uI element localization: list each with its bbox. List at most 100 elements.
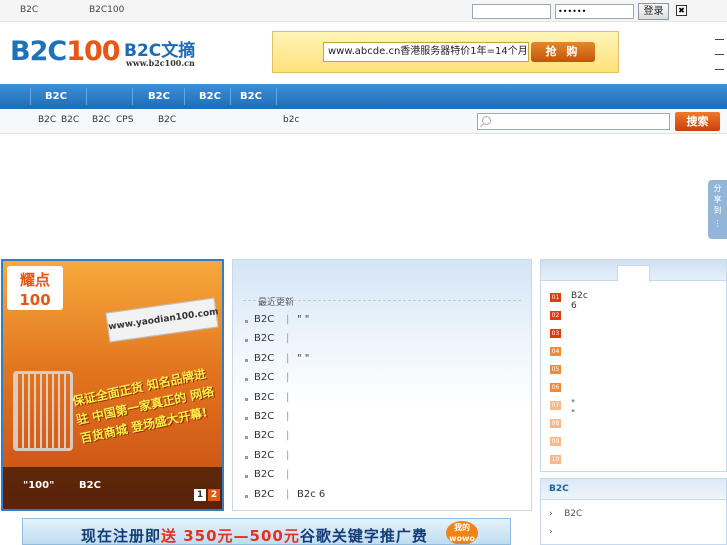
b2c-panel-item[interactable]: › xyxy=(549,527,564,537)
subnav-item[interactable]: b2c xyxy=(283,115,299,125)
b2c-panel-item[interactable]: › B2C xyxy=(549,509,582,519)
slide-page-2[interactable]: 2 xyxy=(208,489,220,501)
top-link-b2c[interactable]: B2C xyxy=(20,5,38,15)
top-bar: B2C B2C100 登录 ✖ xyxy=(0,0,727,22)
search-icon xyxy=(482,116,491,125)
b2c-panel-item-label: B2C xyxy=(564,509,583,519)
nav-separator xyxy=(184,88,185,105)
bottom-ad-banner[interactable]: 现在注册即送 350元—500元谷歌关键字推广费 我的 wowo xyxy=(22,518,511,545)
logo-url: www.b2c100.cn xyxy=(126,58,195,68)
b2c-panel-title: B2C xyxy=(541,479,726,500)
chevron-right-icon: › xyxy=(549,509,553,519)
news-separator: | xyxy=(286,411,290,422)
ad-text: www.abcde.cn香港服务器特价1年=14个月 xyxy=(323,42,529,62)
share-tab[interactable]: 分享到 ⋮ xyxy=(708,180,727,239)
news-category[interactable]: B2C xyxy=(254,489,274,500)
news-category[interactable]: B2C xyxy=(254,353,274,364)
news-separator: | xyxy=(286,469,290,481)
news-bullet xyxy=(245,455,248,459)
news-separator: | xyxy=(286,352,290,364)
header-dash xyxy=(715,39,724,40)
header-dash xyxy=(715,54,724,55)
top-link-b2c100[interactable]: B2C100 xyxy=(89,5,124,15)
nav-item-2[interactable]: B2C xyxy=(148,84,170,109)
ranking-number: 03 xyxy=(550,329,561,338)
news-header: 最近更新 xyxy=(258,298,295,308)
ranking-text: B2c 6 xyxy=(571,291,588,311)
subnav-item[interactable]: B2C xyxy=(38,115,56,125)
bottom-ad-text-a: 现在注册即 xyxy=(81,527,162,545)
news-bullet xyxy=(245,436,248,440)
site-logo[interactable]: B2C100 xyxy=(10,36,121,67)
ranking-text: " " xyxy=(571,399,576,419)
nav-separator xyxy=(230,88,231,105)
news-separator: | xyxy=(286,430,290,442)
nav-separator xyxy=(30,88,31,105)
b2c-panel: B2C › B2C › xyxy=(540,478,727,545)
nav-separator xyxy=(132,88,133,105)
ranking-number: 09 xyxy=(550,437,561,446)
slide-caption-right[interactable]: B2C xyxy=(79,480,101,491)
bottom-ad-badge: 我的 wowo xyxy=(446,521,478,544)
promo-slideshow[interactable]: 耀点100 www.yaodian100.com 保证全面正货 知名品牌进驻 中… xyxy=(1,259,224,511)
nav-item-3[interactable]: B2C xyxy=(199,84,221,109)
sub-nav: B2C B2C B2C CPS B2C b2c 搜索 xyxy=(0,109,727,134)
password-input[interactable] xyxy=(555,4,634,19)
ranking-tab[interactable] xyxy=(617,265,650,282)
bottom-ad-highlight: 送 350元—500元 xyxy=(161,527,300,545)
slide-slogan: 保证全面正货 知名品牌进驻 中国第一家真正的 网络百货商城 登场盛大开幕! xyxy=(71,366,216,446)
news-separator: | xyxy=(286,391,290,403)
subnav-item[interactable]: B2C xyxy=(61,115,79,125)
header-dash xyxy=(715,69,724,70)
nav-item-4[interactable]: B2C xyxy=(240,84,262,109)
news-category[interactable]: B2C xyxy=(254,314,274,325)
nav-item-1[interactable]: B2C xyxy=(45,84,67,109)
slide-logo-badge: 耀点100 xyxy=(7,266,63,310)
news-category[interactable]: B2C xyxy=(254,333,274,344)
subnav-item[interactable]: B2C xyxy=(158,115,176,125)
logo-main-text: B2C xyxy=(10,36,67,67)
latest-news-panel: 最近更新 B2C | " " B2C | B2C | " " B2C | B2C | B2C | B2C | B… xyxy=(232,259,532,511)
share-tab-label: 分享到 xyxy=(713,184,722,215)
ranking-number: 01 xyxy=(550,293,561,302)
subnav-item[interactable]: B2C xyxy=(92,115,110,125)
news-title[interactable]: B2c 6 xyxy=(297,489,325,500)
news-separator: | xyxy=(286,488,290,500)
news-separator: | xyxy=(286,333,290,345)
news-category[interactable]: B2C xyxy=(254,372,274,383)
login-button[interactable]: 登录 xyxy=(638,3,669,20)
news-bullet xyxy=(245,417,248,420)
ranking-number: 10 xyxy=(550,455,561,464)
news-separator: | xyxy=(286,372,290,384)
news-category[interactable]: B2C xyxy=(254,411,274,422)
slide-page-1[interactable]: 1 xyxy=(194,489,206,501)
ad-buy-button[interactable]: 抢 购 xyxy=(531,42,595,62)
news-bullet xyxy=(245,358,248,362)
news-category[interactable]: B2C xyxy=(254,430,274,441)
ranking-number: 07 xyxy=(550,401,561,410)
close-icon[interactable]: ✖ xyxy=(676,5,687,16)
subnav-item[interactable]: CPS xyxy=(116,115,133,125)
bottom-ad-text-b: 谷歌关键字推广费 xyxy=(299,527,428,545)
news-bullet xyxy=(245,494,248,498)
news-bullet xyxy=(245,320,248,323)
slide-site-url: www.yaodian100.com xyxy=(105,297,219,343)
search-input[interactable] xyxy=(477,113,670,130)
main-nav: B2C B2C B2C B2C xyxy=(0,84,727,109)
news-title[interactable]: " " xyxy=(297,353,309,364)
news-separator: | xyxy=(286,314,290,325)
slide-caption: "100" B2C 1 2 xyxy=(3,467,222,509)
username-input[interactable] xyxy=(472,4,551,19)
search-button[interactable]: 搜索 xyxy=(675,112,720,131)
news-category[interactable]: B2C xyxy=(254,450,274,461)
ranking-number: 06 xyxy=(550,383,561,392)
news-title[interactable]: " " xyxy=(297,314,309,325)
slide-caption-left[interactable]: "100" xyxy=(23,480,54,491)
chevron-right-icon: › xyxy=(549,527,553,537)
news-category[interactable]: B2C xyxy=(254,392,274,403)
news-category[interactable]: B2C xyxy=(254,469,274,480)
nav-separator xyxy=(86,88,87,105)
more-dots-icon: ⋮ xyxy=(713,219,722,228)
shopping-cart-icon xyxy=(13,371,73,451)
header-ad-banner[interactable]: www.abcde.cn香港服务器特价1年=14个月 抢 购 xyxy=(272,31,619,73)
